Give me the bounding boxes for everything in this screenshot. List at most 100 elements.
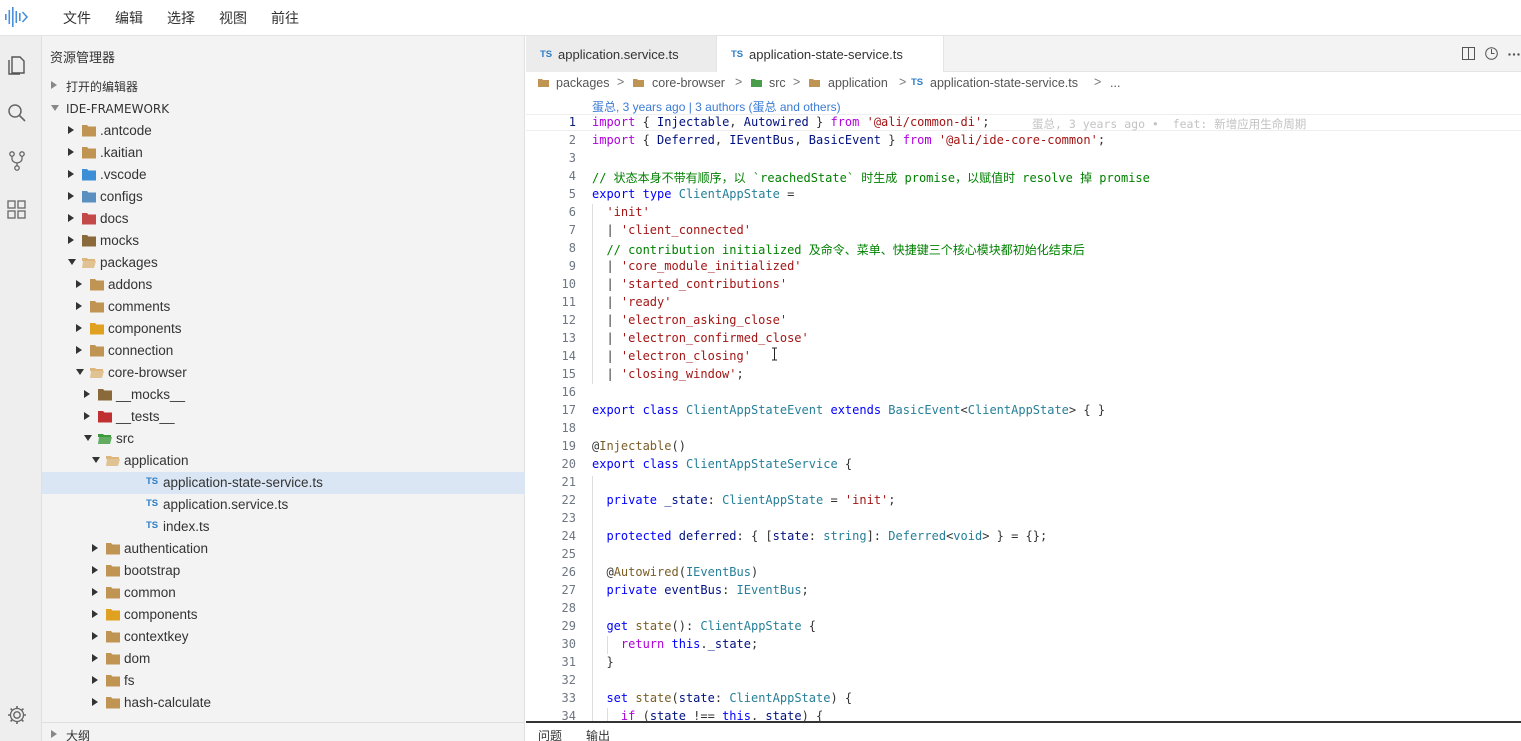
tree-folder-item[interactable]: .kaitian <box>42 142 525 164</box>
source-control-icon[interactable] <box>6 150 28 172</box>
breadcrumb-item-src[interactable]: src <box>769 76 786 90</box>
breadcrumb-item-packages[interactable]: packages <box>556 76 610 90</box>
panel-tab-output[interactable]: 输出 <box>586 727 610 741</box>
tree-folder-item[interactable]: connection <box>42 340 525 362</box>
tab-application-service[interactable]: TS application.service.ts <box>526 36 716 72</box>
outline-section[interactable]: 大纲 <box>42 722 525 741</box>
tree-folder-item[interactable]: components <box>42 318 525 340</box>
tab-application-state-service[interactable]: TS application-state-service.ts <box>716 36 944 72</box>
line-number: 23 <box>561 511 576 525</box>
code-token: state <box>678 691 715 705</box>
code-token: Deferred <box>888 529 947 543</box>
tree-folder-item[interactable]: authentication <box>42 538 525 560</box>
tree-folder-item[interactable]: addons <box>42 274 525 296</box>
tree-folder-item[interactable]: dom <box>42 648 525 670</box>
code-line: | 'closing_window'; <box>592 367 743 381</box>
settings-gear-icon[interactable] <box>6 704 28 726</box>
files-icon[interactable] <box>6 54 28 76</box>
tree-folder-item[interactable]: packages <box>42 252 525 274</box>
timeline-icon[interactable] <box>1485 47 1498 60</box>
code-token: private <box>606 583 658 597</box>
tree-item-label: configs <box>100 189 143 204</box>
code-token: | <box>592 313 621 327</box>
line-number: 15 <box>561 367 576 381</box>
code-line: protected deferred: { [state: string]: D… <box>592 529 1047 543</box>
folder-vscode-icon <box>82 169 96 181</box>
code-token: this <box>671 637 701 651</box>
code-token: 'electron_closing' <box>620 349 751 363</box>
tree-folder-item[interactable]: docs <box>42 208 525 230</box>
breadcrumb-item-file[interactable]: application-state-service.ts <box>930 76 1078 90</box>
tree-folder-item[interactable]: comments <box>42 296 525 318</box>
line-number: 30 <box>561 637 576 651</box>
breadcrumb-item-more[interactable]: ... <box>1110 76 1120 90</box>
line-number: 31 <box>561 655 576 669</box>
split-editor-icon[interactable] <box>1462 47 1475 60</box>
chevron-down-icon <box>92 457 100 463</box>
tree-file-item[interactable]: TS application-state-service.ts <box>42 472 525 494</box>
tree-folder-item[interactable]: mocks <box>42 230 525 252</box>
tree-folder-item[interactable]: bootstrap <box>42 560 525 582</box>
tree-file-item[interactable]: TS application.service.ts <box>42 494 525 516</box>
tree-folder-item[interactable]: __tests__ <box>42 406 525 428</box>
folder-src-icon <box>751 79 762 87</box>
extensions-icon[interactable] <box>6 198 28 220</box>
editor-tab-bar: TS application.service.ts TS application… <box>526 36 1521 72</box>
code-token: } <box>808 115 831 129</box>
typescript-file-icon: TS <box>731 49 744 60</box>
code-token: @ <box>592 565 614 579</box>
tree-file-item[interactable]: TS index.ts <box>42 516 525 538</box>
folder-src-icon <box>98 434 112 444</box>
tree-folder-item[interactable]: configs <box>42 186 525 208</box>
tree-item-label: addons <box>108 277 153 292</box>
code-token: : <box>808 529 824 543</box>
tree-folder-item[interactable]: .vscode <box>42 164 525 186</box>
git-blame-codelens[interactable]: 蛋总, 3 years ago | 3 authors (蛋总 and othe… <box>592 98 841 115</box>
code-editor[interactable]: 蛋总, 3 years ago | 3 authors (蛋总 and othe… <box>526 94 1521 721</box>
menu-file[interactable]: 文件 <box>63 8 91 28</box>
tree-folder-item[interactable]: fs <box>42 670 525 692</box>
open-editors-section[interactable]: 打开的编辑器 <box>42 74 525 96</box>
tree-folder-item[interactable]: common <box>42 582 525 604</box>
text-cursor-icon <box>772 347 777 361</box>
tree-folder-item[interactable]: components <box>42 604 525 626</box>
tree-folder-item[interactable]: application <box>42 450 525 472</box>
line-number: 3 <box>568 151 576 165</box>
code-token: ; <box>982 115 990 129</box>
menu-go[interactable]: 前往 <box>271 8 299 28</box>
tree-folder-item[interactable]: src <box>42 428 525 450</box>
code-token: ; <box>1097 133 1106 147</box>
more-actions-icon[interactable] <box>1508 53 1520 56</box>
folder-open-icon <box>90 368 104 378</box>
project-section[interactable]: IDE-FRAMEWORK <box>42 98 525 120</box>
search-icon[interactable] <box>6 102 28 124</box>
code-token: ( <box>671 691 679 705</box>
line-number: 12 <box>561 313 576 327</box>
tree-folder-item[interactable]: core-browser <box>42 362 525 384</box>
line-number: 13 <box>561 331 576 345</box>
menu-edit[interactable]: 编辑 <box>115 8 143 28</box>
breadcrumb-item-core-browser[interactable]: core-browser <box>652 76 725 90</box>
line-number: 29 <box>561 619 576 633</box>
tree-item-label: application-state-service.ts <box>163 475 323 490</box>
typescript-file-icon: TS <box>540 49 553 60</box>
menu-view[interactable]: 视图 <box>219 8 247 28</box>
chevron-right-icon <box>76 302 82 310</box>
menu-selection[interactable]: 选择 <box>167 8 195 28</box>
breadcrumb-item-application[interactable]: application <box>828 76 888 90</box>
tree-folder-item[interactable]: __mocks__ <box>42 384 525 406</box>
line-number: 8 <box>568 241 576 255</box>
code-line: | 'core_module_initialized' <box>592 259 801 273</box>
code-token: { <box>635 115 658 129</box>
code-token: { <box>837 457 853 471</box>
tree-item-label: bootstrap <box>124 563 181 578</box>
folder-icon <box>809 79 820 87</box>
panel-tab-problems[interactable]: 问题 <box>538 727 562 741</box>
line-number: 20 <box>561 457 576 471</box>
tree-folder-item[interactable]: contextkey <box>42 626 525 648</box>
tree-folder-item[interactable]: .antcode <box>42 120 525 142</box>
tree-folder-item[interactable]: hash-calculate <box>42 692 525 714</box>
line-number: 26 <box>561 565 576 579</box>
code-line: private eventBus: IEventBus; <box>592 583 808 597</box>
